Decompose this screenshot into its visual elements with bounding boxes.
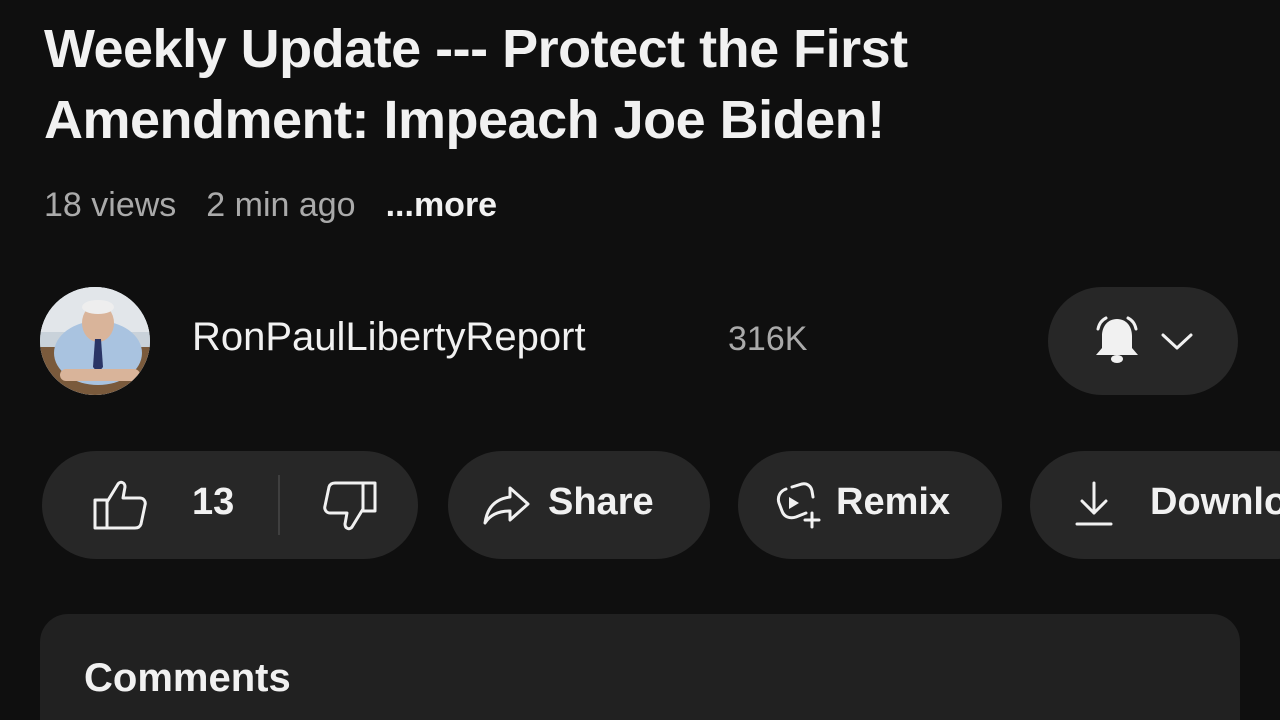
thumbs-down-icon	[323, 481, 377, 531]
like-button[interactable]	[92, 478, 148, 542]
share-icon	[482, 484, 532, 536]
download-icon	[1074, 479, 1114, 539]
channel-name[interactable]: RonPaulLibertyReport	[192, 315, 586, 360]
download-button[interactable]: Download	[1030, 451, 1280, 559]
remix-button[interactable]: Remix	[738, 451, 1002, 559]
channel-row: RonPaulLibertyReport 316K	[40, 287, 1240, 397]
dislike-button[interactable]	[322, 479, 378, 543]
like-count: 13	[192, 481, 235, 523]
upload-age: 2 min ago	[206, 185, 356, 224]
download-label: Download	[1150, 481, 1280, 523]
remix-icon	[772, 481, 822, 541]
bell-icon	[1096, 316, 1138, 363]
video-watch-page: Weekly Update --- Protect the First Amen…	[0, 0, 1280, 720]
video-meta[interactable]: 18 views 2 min ago ...more	[44, 180, 497, 230]
chevron-down-icon	[1161, 333, 1193, 350]
notification-bell-button[interactable]	[1048, 287, 1238, 395]
action-bar: 13 Share Remix Downlo	[40, 451, 1280, 559]
like-dislike-pill: 13	[42, 451, 418, 559]
more-button[interactable]: ...more	[386, 186, 497, 225]
channel-avatar[interactable]	[40, 287, 150, 395]
comments-panel[interactable]: Comments	[40, 614, 1240, 720]
avatar-photo	[40, 287, 150, 395]
share-button[interactable]: Share	[448, 451, 710, 559]
remix-label: Remix	[836, 481, 951, 523]
share-label: Share	[548, 481, 654, 523]
video-title: Weekly Update --- Protect the First Amen…	[44, 19, 908, 150]
subscriber-count: 316K	[728, 320, 808, 358]
comments-title: Comments	[84, 656, 291, 700]
view-count: 18 views	[44, 185, 177, 224]
like-divider	[278, 475, 280, 535]
thumbs-up-icon	[93, 480, 147, 530]
